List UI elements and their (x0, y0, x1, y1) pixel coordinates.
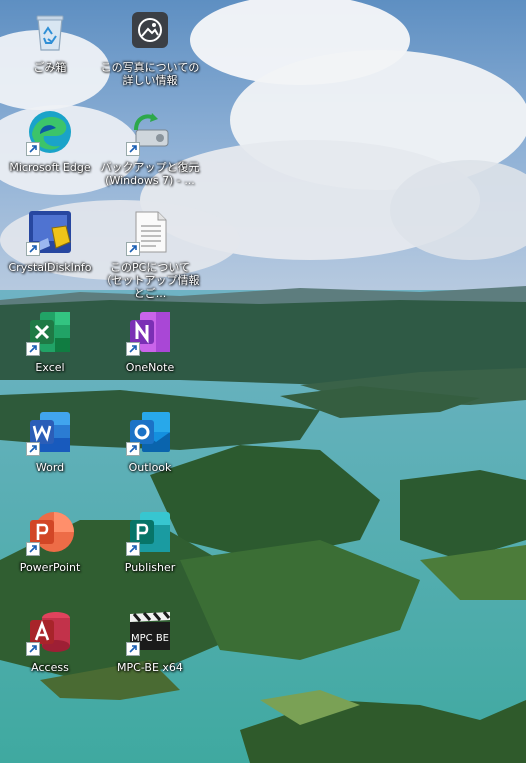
desktop-icon-photo-info[interactable]: この写真についての詳しい情報 (100, 8, 200, 87)
desktop-icon-label: MPC-BE x64 (117, 661, 183, 674)
desktop-icon-access[interactable]: Access (0, 608, 100, 674)
onenote-icon (126, 308, 174, 356)
outlook-icon (126, 408, 174, 456)
word-icon (26, 408, 74, 456)
recycle-bin-icon (26, 8, 74, 56)
document-icon (126, 208, 174, 256)
desktop-icon-label: この写真についての詳しい情報 (100, 61, 200, 87)
desktop-icon-mpc-be[interactable]: MPC BE MPC-BE x64 (100, 608, 200, 674)
desktop-icon-recycle-bin[interactable]: ごみ箱 (0, 8, 100, 74)
desktop-icon-label: このPCについて（セットアップ情報とご... (100, 261, 200, 300)
powerpoint-icon (26, 508, 74, 556)
desktop-icon-label: CrystalDiskInfo (8, 261, 92, 274)
shortcut-arrow-icon (126, 142, 140, 156)
desktop-icon-backup-restore[interactable]: バックアップと復元 (Windows 7) - ... (100, 108, 200, 187)
desktop-icon-outlook[interactable]: Outlook (100, 408, 200, 474)
desktop-icon-word[interactable]: Word (0, 408, 100, 474)
desktop-icon-powerpoint[interactable]: PowerPoint (0, 508, 100, 574)
desktop-icon-crystaldiskinfo[interactable]: CrystalDiskInfo (0, 208, 100, 274)
photo-info-icon (126, 8, 174, 56)
shortcut-arrow-icon (26, 442, 40, 456)
desktop-icon-label: Outlook (128, 461, 172, 474)
shortcut-arrow-icon (126, 542, 140, 556)
crystaldiskinfo-icon (26, 208, 74, 256)
shortcut-arrow-icon (126, 342, 140, 356)
desktop-icon-label: Excel (35, 361, 65, 374)
excel-icon (26, 308, 74, 356)
desktop-icon-label: Access (31, 661, 69, 674)
desktop-icon-about-this-pc[interactable]: このPCについて（セットアップ情報とご... (100, 208, 200, 300)
access-icon (26, 608, 74, 656)
shortcut-arrow-icon (26, 542, 40, 556)
desktop-icon-label: Microsoft Edge (9, 161, 91, 174)
backup-restore-icon (126, 108, 174, 156)
shortcut-arrow-icon (26, 242, 40, 256)
desktop-icon-label: Word (35, 461, 65, 474)
mpc-be-icon: MPC BE (126, 608, 174, 656)
desktop-icon-onenote[interactable]: OneNote (100, 308, 200, 374)
desktop-icon-label: PowerPoint (19, 561, 81, 574)
desktop-icon-label: OneNote (125, 361, 175, 374)
edge-icon (26, 108, 74, 156)
shortcut-arrow-icon (26, 642, 40, 656)
desktop-icon-excel[interactable]: Excel (0, 308, 100, 374)
desktop-icon-label: バックアップと復元 (Windows 7) - ... (100, 161, 200, 187)
shortcut-arrow-icon (126, 442, 140, 456)
shortcut-arrow-icon (126, 642, 140, 656)
shortcut-arrow-icon (26, 142, 40, 156)
desktop-icon-label: Publisher (124, 561, 176, 574)
publisher-icon (126, 508, 174, 556)
shortcut-arrow-icon (26, 342, 40, 356)
desktop-icon-publisher[interactable]: Publisher (100, 508, 200, 574)
desktop-icon-label: ごみ箱 (33, 61, 67, 74)
desktop-icon-edge[interactable]: Microsoft Edge (0, 108, 100, 174)
shortcut-arrow-icon (126, 242, 140, 256)
